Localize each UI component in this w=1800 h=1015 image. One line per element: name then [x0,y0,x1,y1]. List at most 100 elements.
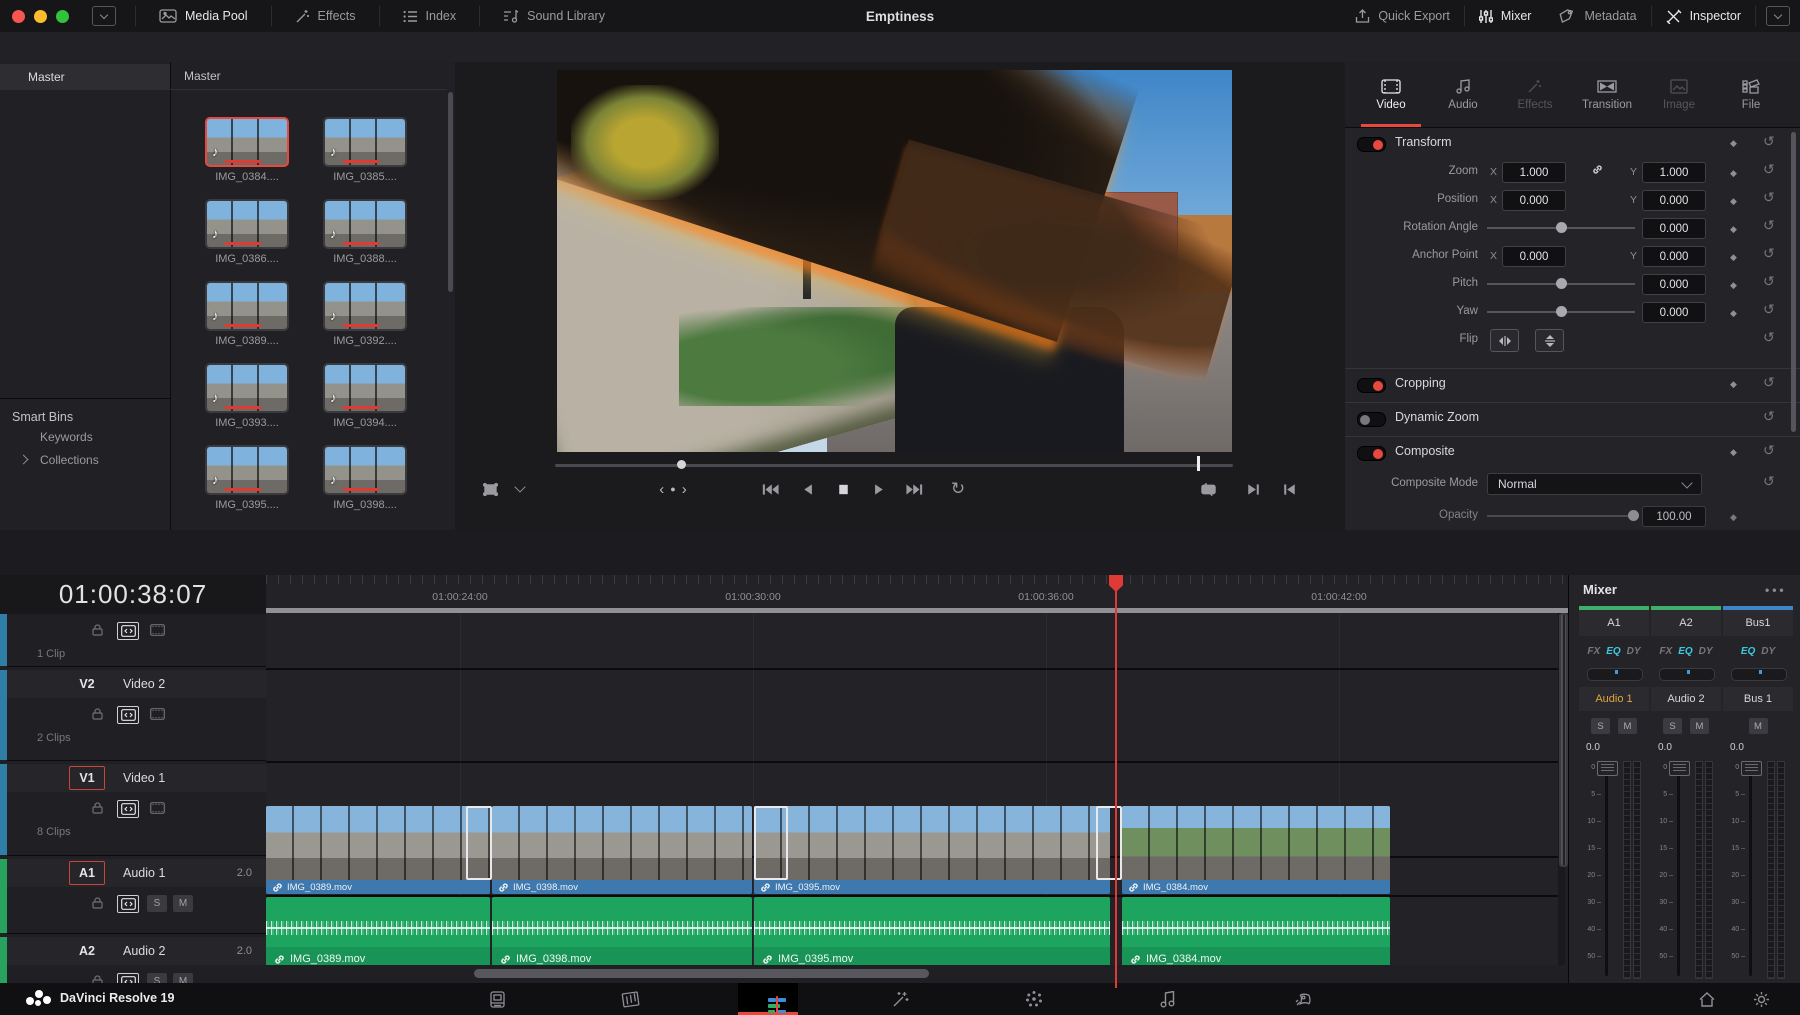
opacity-value-field[interactable]: 100.00 [1642,506,1706,527]
keyframe-diamond-icon[interactable]: ◆ [1730,280,1737,291]
reset-icon[interactable]: ↺ [1763,301,1775,318]
reset-icon[interactable]: ↺ [1763,273,1775,290]
mute-button[interactable]: M [173,895,193,912]
transform-section-toggle[interactable] [1357,137,1386,152]
page-layout-menu[interactable] [1766,6,1790,26]
jog-control[interactable]: ‹ ● › [643,476,703,502]
value-field[interactable]: 0.000 [1642,218,1706,239]
solo-button[interactable]: S [1591,718,1610,734]
media-clip[interactable]: ♪IMG_0398.... [323,445,407,511]
reset-icon[interactable]: ↺ [1763,442,1775,459]
video-clip[interactable]: IMG_0395.mov [754,806,1110,894]
play-reverse-button[interactable] [795,476,821,502]
color-page-button[interactable] [1005,983,1063,1015]
pan-control[interactable] [1587,668,1643,681]
frame-view-icon[interactable] [147,622,167,638]
solo-button[interactable]: S [147,895,167,912]
timeline-vertical-scrollbar[interactable] [1558,613,1565,965]
project-manager-home-button[interactable] [1678,983,1736,1015]
reset-icon[interactable]: ↺ [1763,245,1775,262]
play-button[interactable] [865,476,891,502]
flip-horizontal-button[interactable] [1490,329,1519,352]
audio-clip[interactable]: IMG_0389.mov [266,897,490,965]
frame-view-icon[interactable] [147,800,167,816]
track-name[interactable]: Audio 2 [123,944,165,958]
media-page-button[interactable] [468,983,526,1015]
composite-mode-select[interactable]: Normal [1487,473,1702,495]
frame-view-icon[interactable] [147,706,167,722]
inspector-toggle-button[interactable]: Inspector [1652,0,1755,32]
go-to-first-frame-button[interactable] [757,476,783,502]
dynamic-zoom-section-toggle[interactable] [1357,412,1386,427]
reset-icon[interactable]: ↺ [1763,189,1775,206]
x-value-field[interactable]: 0.000 [1502,246,1566,267]
mute-button[interactable]: M [1618,718,1637,734]
flip-vertical-button[interactable] [1535,329,1564,352]
mixer-toggle-button[interactable]: Mixer [1465,0,1546,32]
keyframe-diamond-icon[interactable]: ◆ [1730,196,1737,207]
slider-handle[interactable] [1556,306,1567,317]
collections-expand-chevron[interactable] [19,455,29,465]
mute-button[interactable]: M [1749,718,1768,734]
fairlight-page-button[interactable] [1139,983,1197,1015]
eq-button[interactable]: EQ [1741,646,1755,657]
pan-control[interactable] [1659,668,1715,681]
fader-slot[interactable] [1605,764,1608,976]
dy-button[interactable]: DY [1627,646,1641,657]
eq-button[interactable]: EQ [1606,646,1620,657]
reset-icon[interactable]: ↺ [1763,374,1775,391]
track-name[interactable]: Video 1 [123,771,165,785]
fader-knob[interactable] [1669,761,1690,776]
track-badge[interactable]: A2 [69,939,105,963]
playhead-line[interactable] [1115,575,1117,988]
media-clip[interactable]: ♪IMG_0393.... [205,363,289,429]
solo-button[interactable]: S [1663,718,1682,734]
reset-icon[interactable]: ↺ [1763,133,1775,150]
y-value-field[interactable]: 0.000 [1642,246,1706,267]
fader-slot[interactable] [1677,764,1680,976]
viewer-scrub-handle[interactable] [677,460,686,469]
smart-bin-collections[interactable]: Collections [40,453,99,467]
media-clip[interactable]: ♪IMG_0395.... [205,445,289,511]
tab-image[interactable]: Image [1643,62,1715,127]
media-pool-toggle-button[interactable]: Media Pool [145,0,262,32]
reset-icon[interactable]: ↺ [1763,161,1775,178]
window-zoom-button[interactable] [56,10,69,23]
window-minimize-button[interactable] [34,10,47,23]
keyframe-diamond-icon[interactable]: ◆ [1730,308,1737,319]
reset-icon[interactable]: ↺ [1763,473,1775,490]
keyframe-diamond-icon[interactable]: ◆ [1730,252,1737,263]
y-value-field[interactable]: 1.000 [1642,162,1706,183]
keyframe-diamond-icon[interactable]: ◆ [1730,168,1737,179]
previous-edit-button[interactable] [1277,476,1303,502]
effects-toggle-button[interactable]: Effects [281,0,370,32]
timeline-lanes[interactable]: IMG_0389.movIMG_0389.movIMG_0398.movIMG_… [266,613,1558,965]
track-badge[interactable]: V1 [69,766,105,790]
slider-handle[interactable] [1556,222,1567,233]
keyframe-diamond-icon[interactable]: ◆ [1730,512,1737,523]
edit-page-button[interactable] [738,983,798,1015]
viewer-video-frame[interactable] [557,70,1232,452]
tab-file[interactable]: File [1715,62,1787,127]
fusion-page-button[interactable] [871,983,929,1015]
link-xy-icon[interactable] [1592,164,1603,175]
auto-select-icon[interactable] [117,622,139,640]
stop-button[interactable] [830,476,856,502]
timeline-horizontal-scrollbar[interactable] [474,969,929,978]
sound-library-toggle-button[interactable]: Sound Library [489,0,619,32]
auto-select-icon[interactable] [117,800,139,818]
track-lock-icon[interactable] [87,800,107,816]
metadata-toggle-button[interactable]: Metadata [1545,0,1650,32]
track-name[interactable]: Audio 1 [123,866,165,880]
project-settings-button[interactable] [1732,983,1790,1015]
dy-button[interactable]: DY [1761,646,1775,657]
media-clip[interactable]: ♪IMG_0386.... [205,199,289,265]
mute-button[interactable]: M [1690,718,1709,734]
track-badge[interactable]: A1 [69,861,105,885]
video-clip[interactable]: IMG_0384.mov [1122,806,1390,894]
window-layout-menu[interactable] [92,6,116,26]
media-pool-scrollbar[interactable] [448,92,453,292]
auto-select-icon[interactable] [117,706,139,724]
value-field[interactable]: 0.000 [1642,302,1706,323]
fader-knob[interactable] [1597,761,1618,776]
